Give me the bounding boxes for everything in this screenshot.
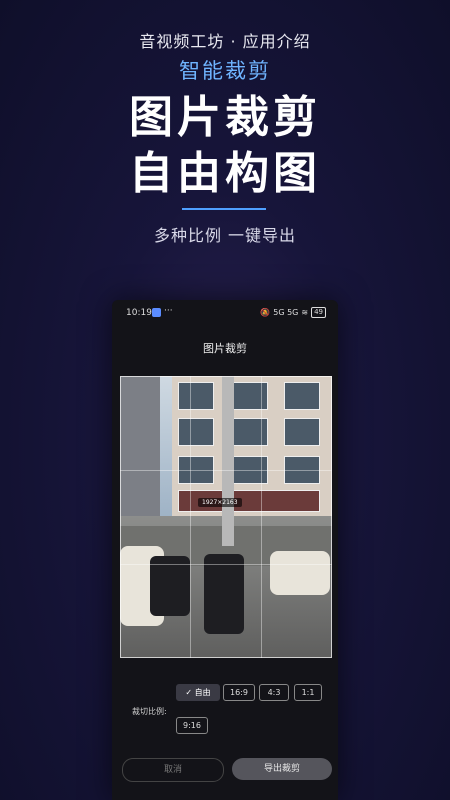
accent-divider: [182, 208, 266, 210]
headline-line1: 图片裁剪: [129, 92, 321, 143]
ratio-label: 裁切比例:: [132, 707, 167, 716]
promo-tagline: 多种比例 一键导出: [153, 226, 297, 245]
cancel-button[interactable]: 取消: [122, 758, 224, 782]
ratio-9-16-button[interactable]: 9:16: [176, 717, 208, 734]
app-notification-icon: [152, 308, 161, 317]
ratio-4-3-button[interactable]: 4:3: [259, 684, 289, 701]
status-time: 10:19: [126, 308, 152, 318]
screen-title: 图片裁剪: [203, 342, 247, 355]
promo-header: 音视频工坊 · 应用介绍 智能裁剪 图片裁剪 自由构图 多种比例 一键导出: [0, 0, 450, 300]
export-crop-button[interactable]: 导出裁剪: [232, 758, 332, 780]
phone-mockup: 10:19 ··· 🔕 5G 5G ≋ 49 图片裁剪 1927×2163 裁切…: [112, 300, 338, 800]
status-indicators: 🔕 5G 5G ≋ 49: [260, 307, 326, 318]
more-notifications-icon: ···: [164, 306, 173, 316]
feature-tag: 智能裁剪: [179, 59, 271, 83]
ratio-16-9-button[interactable]: 16:9: [223, 684, 255, 701]
battery-icon: 49: [311, 307, 326, 318]
wifi-icon: ≋: [301, 308, 309, 317]
headline-line2: 自由构图: [129, 148, 321, 199]
ratio-1-1-button[interactable]: 1:1: [294, 684, 322, 701]
headline: 图片裁剪 自由构图: [0, 90, 450, 202]
image-size-badge: 1927×2163: [198, 498, 242, 507]
crop-frame[interactable]: [120, 376, 332, 658]
promo-subtitle: 音视频工坊 · 应用介绍: [139, 32, 311, 51]
status-bar: 10:19 ··· 🔕 5G 5G ≋ 49: [112, 306, 338, 322]
signal-label: 5G 5G: [273, 308, 299, 317]
crop-image-area[interactable]: 1927×2163: [120, 376, 332, 658]
mute-icon: 🔕: [260, 308, 271, 317]
ratio-free-button[interactable]: ✓ 自由: [176, 684, 220, 701]
